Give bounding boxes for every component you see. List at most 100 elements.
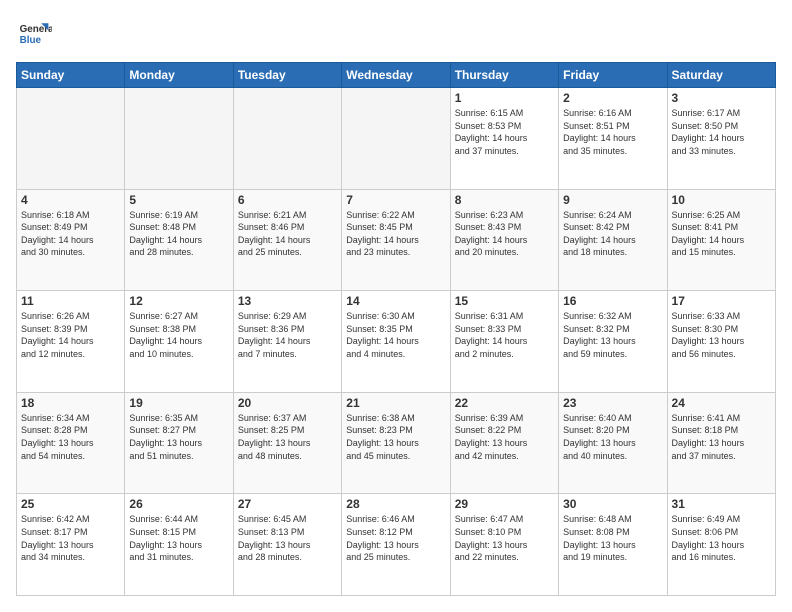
- day-number: 2: [563, 91, 662, 105]
- day-number: 13: [238, 294, 337, 308]
- day-info: Sunrise: 6:41 AM Sunset: 8:18 PM Dayligh…: [672, 412, 771, 462]
- weekday-header-tuesday: Tuesday: [233, 63, 341, 88]
- calendar-cell: 8 Sunrise: 6:23 AM Sunset: 8:43 PM Daylig…: [450, 189, 558, 291]
- day-number: 24: [672, 396, 771, 410]
- calendar-cell: 25Sunrise: 6:42 AM Sunset: 8:17 PM Dayli…: [17, 494, 125, 596]
- logo-icon: General Blue: [16, 16, 52, 52]
- calendar-cell: [233, 88, 341, 190]
- day-info: Sunrise: 6:15 AM Sunset: 8:53 PM Dayligh…: [455, 107, 554, 157]
- calendar-cell: 31 Sunrise: 6:49 AM Sunset: 8:06 PM Dayli…: [667, 494, 775, 596]
- day-info: Sunrise: 6:25 AM Sunset: 8:41 PM Dayligh…: [672, 209, 771, 259]
- calendar-cell: 20Sunrise: 6:37 AM Sunset: 8:25 PM Dayli…: [233, 392, 341, 494]
- day-info: Sunrise: 6:34 AM Sunset: 8:28 PM Dayligh…: [21, 412, 120, 462]
- day-number: 17: [672, 294, 771, 308]
- day-info: Sunrise: 6:18 AM Sunset: 8:49 PM Dayligh…: [21, 209, 120, 259]
- day-info: Sunrise: 6:39 AM Sunset: 8:22 PM Dayligh…: [455, 412, 554, 462]
- calendar-week-2: 4Sunrise: 6:18 AM Sunset: 8:49 PM Daylig…: [17, 189, 776, 291]
- calendar-cell: 16 Sunrise: 6:32 AM Sunset: 8:32 PM Dayli…: [559, 291, 667, 393]
- day-number: 3: [672, 91, 771, 105]
- calendar-cell: 2 Sunrise: 6:16 AM Sunset: 8:51 PM Daylig…: [559, 88, 667, 190]
- calendar-week-5: 25Sunrise: 6:42 AM Sunset: 8:17 PM Dayli…: [17, 494, 776, 596]
- day-number: 11: [21, 294, 120, 308]
- calendar-cell: 4Sunrise: 6:18 AM Sunset: 8:49 PM Daylig…: [17, 189, 125, 291]
- calendar-cell: 7 Sunrise: 6:22 AM Sunset: 8:45 PM Daylig…: [342, 189, 450, 291]
- calendar-cell: 15 Sunrise: 6:31 AM Sunset: 8:33 PM Dayli…: [450, 291, 558, 393]
- calendar-cell: 3 Sunrise: 6:17 AM Sunset: 8:50 PM Daylig…: [667, 88, 775, 190]
- day-number: 8: [455, 193, 554, 207]
- svg-text:Blue: Blue: [20, 35, 42, 46]
- day-number: 6: [238, 193, 337, 207]
- calendar-cell: 18 Sunrise: 6:34 AM Sunset: 8:28 PM Dayli…: [17, 392, 125, 494]
- calendar-cell: 27 Sunrise: 6:45 AM Sunset: 8:13 PM Dayli…: [233, 494, 341, 596]
- calendar-week-3: 11 Sunrise: 6:26 AM Sunset: 8:39 PM Dayli…: [17, 291, 776, 393]
- calendar-cell: 28 Sunrise: 6:46 AM Sunset: 8:12 PM Dayli…: [342, 494, 450, 596]
- calendar-header-row: SundayMondayTuesdayWednesdayThursdayFrid…: [17, 63, 776, 88]
- day-info: Sunrise: 6:46 AM Sunset: 8:12 PM Dayligh…: [346, 513, 445, 563]
- day-number: 28: [346, 497, 445, 511]
- day-number: 21: [346, 396, 445, 410]
- day-number: 20: [238, 396, 337, 410]
- day-info: Sunrise: 6:48 AM Sunset: 8:08 PM Dayligh…: [563, 513, 662, 563]
- day-number: 10: [672, 193, 771, 207]
- day-number: 25: [21, 497, 120, 511]
- day-info: Sunrise: 6:30 AM Sunset: 8:35 PM Dayligh…: [346, 310, 445, 360]
- calendar-cell: 29Sunrise: 6:47 AM Sunset: 8:10 PM Dayli…: [450, 494, 558, 596]
- day-info: Sunrise: 6:29 AM Sunset: 8:36 PM Dayligh…: [238, 310, 337, 360]
- day-number: 1: [455, 91, 554, 105]
- day-info: Sunrise: 6:27 AM Sunset: 8:38 PM Dayligh…: [129, 310, 228, 360]
- day-number: 27: [238, 497, 337, 511]
- day-info: Sunrise: 6:40 AM Sunset: 8:20 PM Dayligh…: [563, 412, 662, 462]
- calendar-cell: 22Sunrise: 6:39 AM Sunset: 8:22 PM Dayli…: [450, 392, 558, 494]
- day-info: Sunrise: 6:33 AM Sunset: 8:30 PM Dayligh…: [672, 310, 771, 360]
- calendar-cell: 10 Sunrise: 6:25 AM Sunset: 8:41 PM Dayli…: [667, 189, 775, 291]
- day-info: Sunrise: 6:17 AM Sunset: 8:50 PM Dayligh…: [672, 107, 771, 157]
- calendar-cell: 13 Sunrise: 6:29 AM Sunset: 8:36 PM Dayli…: [233, 291, 341, 393]
- day-info: Sunrise: 6:16 AM Sunset: 8:51 PM Dayligh…: [563, 107, 662, 157]
- calendar-week-1: 1 Sunrise: 6:15 AM Sunset: 8:53 PM Daylig…: [17, 88, 776, 190]
- day-info: Sunrise: 6:19 AM Sunset: 8:48 PM Dayligh…: [129, 209, 228, 259]
- day-number: 14: [346, 294, 445, 308]
- calendar-cell: 9Sunrise: 6:24 AM Sunset: 8:42 PM Daylig…: [559, 189, 667, 291]
- logo: General Blue: [16, 16, 56, 52]
- day-number: 18: [21, 396, 120, 410]
- page: General Blue SundayMondayTuesdayWednesda…: [0, 0, 792, 612]
- day-info: Sunrise: 6:32 AM Sunset: 8:32 PM Dayligh…: [563, 310, 662, 360]
- day-info: Sunrise: 6:49 AM Sunset: 8:06 PM Dayligh…: [672, 513, 771, 563]
- calendar-cell: 1 Sunrise: 6:15 AM Sunset: 8:53 PM Daylig…: [450, 88, 558, 190]
- calendar-cell: 21 Sunrise: 6:38 AM Sunset: 8:23 PM Dayli…: [342, 392, 450, 494]
- day-info: Sunrise: 6:23 AM Sunset: 8:43 PM Dayligh…: [455, 209, 554, 259]
- day-info: Sunrise: 6:26 AM Sunset: 8:39 PM Dayligh…: [21, 310, 120, 360]
- day-info: Sunrise: 6:31 AM Sunset: 8:33 PM Dayligh…: [455, 310, 554, 360]
- header: General Blue: [16, 16, 776, 52]
- day-number: 30: [563, 497, 662, 511]
- calendar-cell: 19 Sunrise: 6:35 AM Sunset: 8:27 PM Dayli…: [125, 392, 233, 494]
- calendar-cell: 26Sunrise: 6:44 AM Sunset: 8:15 PM Dayli…: [125, 494, 233, 596]
- calendar-table: SundayMondayTuesdayWednesdayThursdayFrid…: [16, 62, 776, 596]
- day-info: Sunrise: 6:45 AM Sunset: 8:13 PM Dayligh…: [238, 513, 337, 563]
- weekday-header-monday: Monday: [125, 63, 233, 88]
- day-info: Sunrise: 6:21 AM Sunset: 8:46 PM Dayligh…: [238, 209, 337, 259]
- weekday-header-sunday: Sunday: [17, 63, 125, 88]
- calendar-week-4: 18 Sunrise: 6:34 AM Sunset: 8:28 PM Dayli…: [17, 392, 776, 494]
- calendar-cell: 12 Sunrise: 6:27 AM Sunset: 8:38 PM Dayli…: [125, 291, 233, 393]
- day-number: 7: [346, 193, 445, 207]
- day-number: 5: [129, 193, 228, 207]
- day-number: 9: [563, 193, 662, 207]
- day-number: 12: [129, 294, 228, 308]
- day-number: 23: [563, 396, 662, 410]
- weekday-header-wednesday: Wednesday: [342, 63, 450, 88]
- day-number: 16: [563, 294, 662, 308]
- day-info: Sunrise: 6:22 AM Sunset: 8:45 PM Dayligh…: [346, 209, 445, 259]
- day-number: 31: [672, 497, 771, 511]
- day-info: Sunrise: 6:35 AM Sunset: 8:27 PM Dayligh…: [129, 412, 228, 462]
- weekday-header-thursday: Thursday: [450, 63, 558, 88]
- calendar-cell: 11 Sunrise: 6:26 AM Sunset: 8:39 PM Dayli…: [17, 291, 125, 393]
- calendar-cell: 5 Sunrise: 6:19 AM Sunset: 8:48 PM Daylig…: [125, 189, 233, 291]
- calendar-cell: [125, 88, 233, 190]
- day-number: 19: [129, 396, 228, 410]
- day-info: Sunrise: 6:47 AM Sunset: 8:10 PM Dayligh…: [455, 513, 554, 563]
- day-info: Sunrise: 6:38 AM Sunset: 8:23 PM Dayligh…: [346, 412, 445, 462]
- calendar-cell: 6 Sunrise: 6:21 AM Sunset: 8:46 PM Daylig…: [233, 189, 341, 291]
- calendar-cell: 23 Sunrise: 6:40 AM Sunset: 8:20 PM Dayli…: [559, 392, 667, 494]
- day-number: 15: [455, 294, 554, 308]
